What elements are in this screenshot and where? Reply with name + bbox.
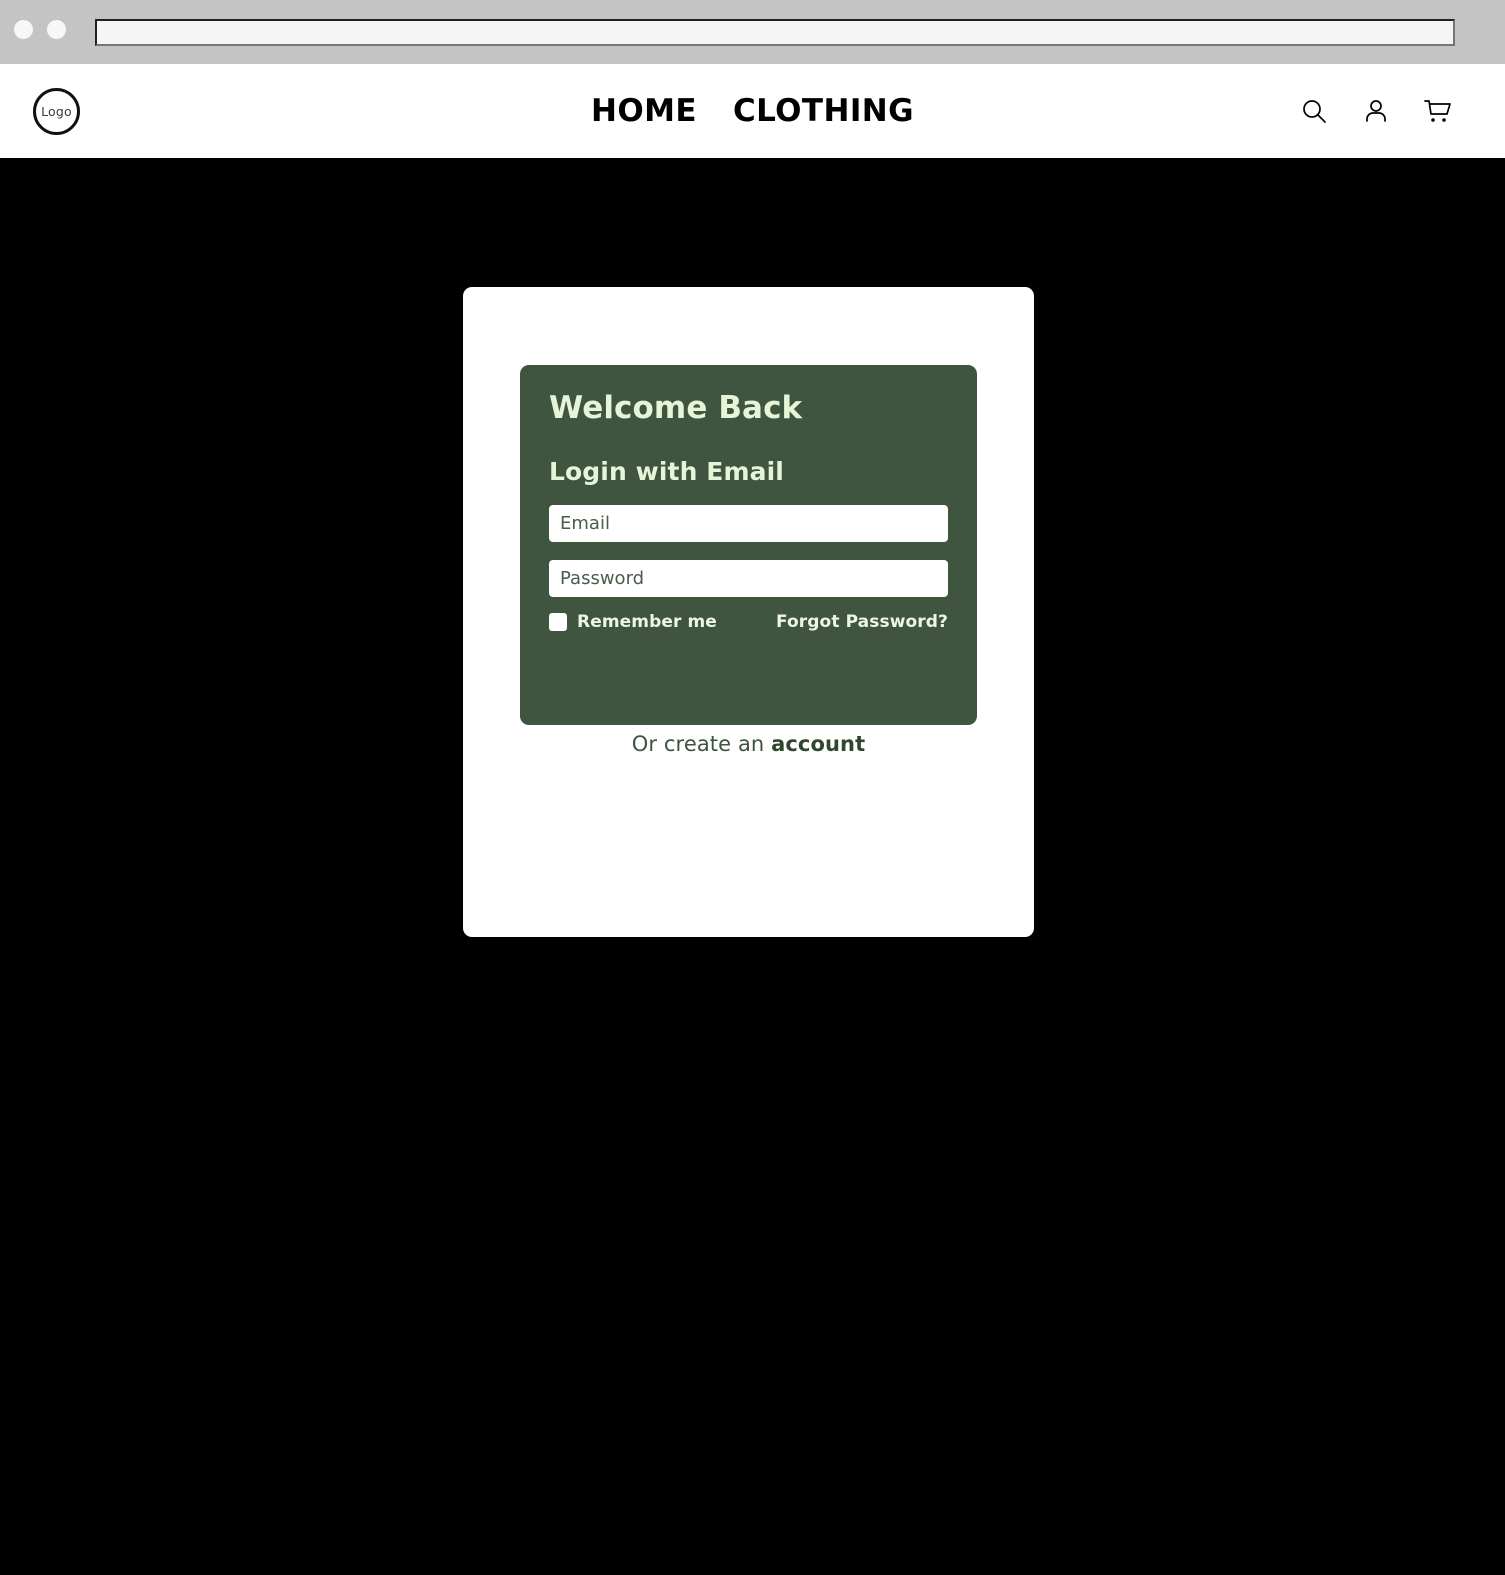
create-account-link[interactable]: account (771, 732, 865, 756)
browser-chrome (0, 0, 1505, 64)
nav-link-home[interactable]: HOME (591, 93, 697, 129)
header-icon-group (1299, 64, 1453, 158)
nav-link-clothing[interactable]: CLOTHING (733, 93, 914, 129)
remember-me-label: Remember me (577, 612, 717, 633)
window-dot-minimize[interactable] (47, 20, 66, 39)
login-modal-card: Welcome Back Login with Email Remember m… (463, 287, 1034, 937)
remember-me-checkbox[interactable] (549, 613, 567, 632)
address-bar-input[interactable] (95, 19, 1455, 46)
create-account-lead-text: Or create an (631, 732, 772, 756)
login-panel-subtitle: Login with Email (549, 457, 784, 487)
remember-me-control[interactable]: Remember me (549, 612, 717, 632)
window-dot-close[interactable] (14, 20, 33, 39)
forgot-password-link[interactable]: Forgot Password? (776, 612, 948, 632)
login-panel-title: Welcome Back (549, 390, 803, 426)
create-account-row: Or create an account (463, 732, 1034, 756)
email-input[interactable] (549, 505, 948, 543)
main-navigation: HOME CLOTHING (0, 64, 1505, 158)
login-options-row: Remember me Forgot Password? (549, 612, 948, 632)
search-icon[interactable] (1299, 96, 1329, 126)
password-input[interactable] (549, 560, 948, 598)
site-header: Logo HOME CLOTHING (0, 64, 1505, 158)
login-panel: Welcome Back Login with Email Remember m… (520, 365, 977, 725)
account-icon[interactable] (1361, 96, 1391, 126)
window-controls (14, 20, 66, 39)
page-body: Welcome Back Login with Email Remember m… (0, 158, 1505, 1575)
cart-icon[interactable] (1423, 96, 1453, 126)
